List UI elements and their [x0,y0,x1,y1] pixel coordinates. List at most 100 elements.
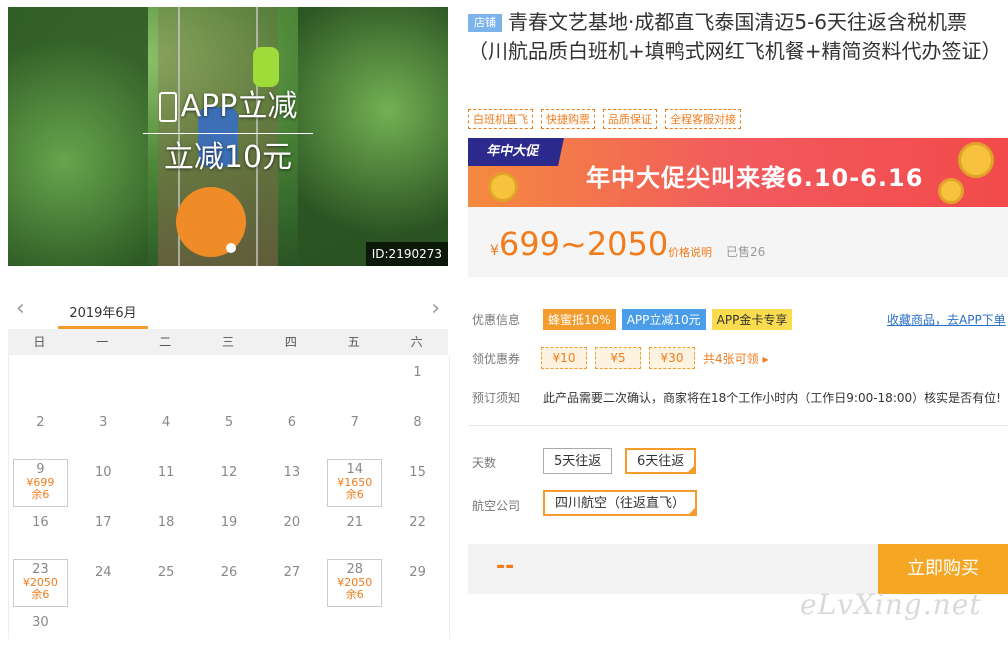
prev-month-chevron-icon[interactable]: ‹ [16,296,25,321]
calendar-day-available[interactable]: 23 ¥2050 余6 [13,559,68,607]
coupon-list: ¥10 ¥5 ¥30 共4张可领 ▸ [541,347,768,369]
product-hero-image: APP立减 立减10元 ID:2190273 [8,7,448,266]
weekday-label: 四 [284,335,297,349]
day-number: 30 [32,615,49,630]
sale-banner-text: 年中大促尖叫来袭6.10-6.16 [586,164,924,192]
promo-line2: 立减10元 [163,140,293,175]
day-number: 28 [346,562,363,577]
favorite-app-link[interactable]: 收藏商品，去APP下单 [887,311,1006,328]
person-far [253,47,279,87]
calendar-day: 19 [198,505,261,555]
coupons-label: 领优惠券 [472,352,521,366]
promo-tag-goldcard: APP金卡专享 [711,309,793,330]
option-airline-sichuan[interactable]: 四川航空（往返直飞） [543,490,698,516]
calendar-day-available[interactable]: 9 ¥699 余6 [13,459,68,507]
day-number: 22 [409,515,426,530]
carousel-dot[interactable] [226,243,236,253]
calendar-day: 18 [135,505,198,555]
calendar-day-empty [9,355,72,405]
promo-divider [143,133,313,134]
option-6-days[interactable]: 6天往返 [625,448,697,474]
calendar-day-empty [323,355,386,405]
calendar-day-available[interactable]: 28 ¥2050 余6 [327,559,383,607]
calendar-day: 7 [323,405,386,455]
calendar-day: 20 [260,505,323,555]
day-number: 2 [36,415,45,430]
calendar-day: 21 [323,505,386,555]
option-5-days[interactable]: 5天往返 [543,448,613,474]
calendar-day-empty [198,355,261,405]
currency-symbol: ¥ [490,243,499,259]
day-number: 6 [287,415,296,430]
day-number: 23 [32,562,49,577]
product-title-text: 青春文艺基地·成都直飞泰国清迈5-6天往返含税机票（川航品质白班机+填鸭式网红飞… [468,10,1002,63]
calendar-nav: ‹ 2019年6月 › [8,294,448,329]
day-stock: 余6 [345,488,364,501]
coupon-10[interactable]: ¥10 [541,347,587,369]
calendar-day: 30 [9,605,72,655]
weekday-label: 日 [33,335,46,349]
calendar-day-empty [135,355,198,405]
price-bar: ¥699~2050 价格说明 已售26 [468,207,1008,277]
flower-decoration [938,178,964,204]
calendar-day: 27 [260,555,323,605]
feature-tag: 快捷购票 [541,109,595,129]
day-number: 14 [346,462,363,477]
calendar-month-label[interactable]: 2019年6月 [58,302,148,321]
price-range-value: 699~2050 [498,225,669,263]
sold-count: 已售26 [726,245,766,259]
next-month-chevron-icon[interactable]: › [431,296,440,321]
day-stock: 余6 [31,488,50,501]
phone-icon [158,92,177,122]
calendar-day: 17 [72,505,135,555]
calendar-day: 1 [386,355,449,405]
promotion-tags: 蜂蜜抵10% APP立减10元 APP金卡专享 [543,309,793,330]
day-number: 3 [99,415,108,430]
days-label: 天数 [472,456,497,470]
flower-decoration [488,172,518,202]
day-number: 7 [350,415,359,430]
calendar-day: 16 [9,505,72,555]
day-number: 9 [36,462,45,477]
day-number: 18 [157,515,175,530]
calendar-day-empty [72,355,135,405]
section-divider [468,425,1008,426]
day-number: 13 [283,465,301,480]
day-number: 1 [413,365,422,380]
day-number: 24 [95,565,112,580]
day-number: 8 [413,415,422,430]
booking-notice-text: 此产品需要二次确认，商家将在18个工作小时内（工作日9:00-18:00）核实是… [543,391,1001,405]
notice-label: 预订须知 [472,391,521,405]
day-number: 5 [224,415,234,430]
weekday-label: 三 [221,335,234,349]
coupon-30[interactable]: ¥30 [649,347,695,369]
day-stock: 余6 [31,588,50,601]
calendar-day: 15 [386,455,449,505]
day-number: 29 [409,565,426,580]
day-number: 12 [220,465,238,480]
promotions-label: 优惠信息 [472,313,521,327]
buy-now-button[interactable]: 立即购买 [878,544,1008,594]
calendar-weekday-header: 日一二三四五六 [8,329,448,355]
day-number: 10 [95,465,112,480]
coupon-total-link[interactable]: 共4张可领 ▸ [703,350,768,367]
calendar-day: 3 [72,405,135,455]
feature-tag: 品质保证 [603,109,657,129]
day-number: 19 [220,515,238,530]
day-number: 15 [409,465,426,480]
weekday-label: 五 [347,335,360,349]
calendar-day: 12 [198,455,261,505]
watermark: eLvXing.net [800,588,982,621]
calendar-day: 6 [260,405,323,455]
price-range: ¥699~2050 [490,225,668,263]
coupon-5[interactable]: ¥5 [595,347,641,369]
app-promo-overlay: APP立减 立减10元 [8,87,448,176]
sale-badge: 年中大促 [468,138,564,166]
sale-banner[interactable]: 年中大促 年中大促尖叫来袭6.10-6.16 [468,138,1008,207]
calendar-day-empty [260,355,323,405]
calendar-day: 8 [386,405,449,455]
day-number: 20 [283,515,301,530]
day-stock: 余6 [345,588,364,601]
calendar-day-available[interactable]: 14 ¥1650 余6 [327,459,383,507]
price-explain-link[interactable]: 价格说明 [668,244,712,260]
